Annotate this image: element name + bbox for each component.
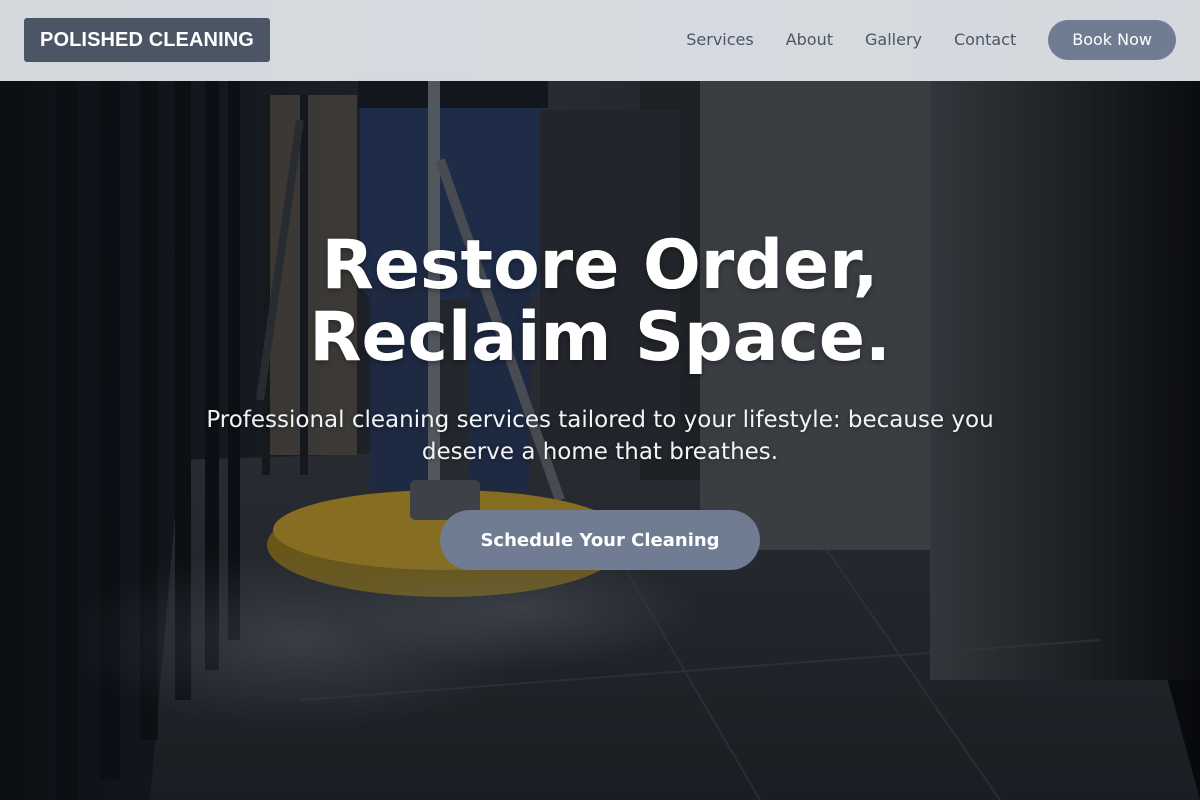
hero-title: Restore Order, Reclaim Space. bbox=[0, 230, 1200, 374]
book-now-button[interactable]: Book Now bbox=[1048, 20, 1176, 60]
brand-logo[interactable]: POLISHED CLEANING bbox=[24, 18, 270, 62]
hero-section: Restore Order, Reclaim Space. Profession… bbox=[0, 230, 1200, 570]
schedule-cleaning-button[interactable]: Schedule Your Cleaning bbox=[440, 510, 760, 570]
landing-page: POLISHED CLEANING Services About Gallery… bbox=[0, 0, 1200, 800]
nav-link-contact[interactable]: Contact bbox=[954, 20, 1016, 60]
hero-subtitle: Professional cleaning services tailored … bbox=[206, 407, 994, 465]
hero-title-line-1: Restore Order, bbox=[321, 226, 879, 305]
hero-title-line-2: Reclaim Space. bbox=[309, 298, 891, 377]
nav-link-about[interactable]: About bbox=[786, 20, 833, 60]
site-header: POLISHED CLEANING Services About Gallery… bbox=[0, 0, 1200, 81]
nav-link-services[interactable]: Services bbox=[686, 20, 753, 60]
main-nav: Services About Gallery Contact Book Now bbox=[686, 20, 1176, 60]
nav-link-gallery[interactable]: Gallery bbox=[865, 20, 922, 60]
